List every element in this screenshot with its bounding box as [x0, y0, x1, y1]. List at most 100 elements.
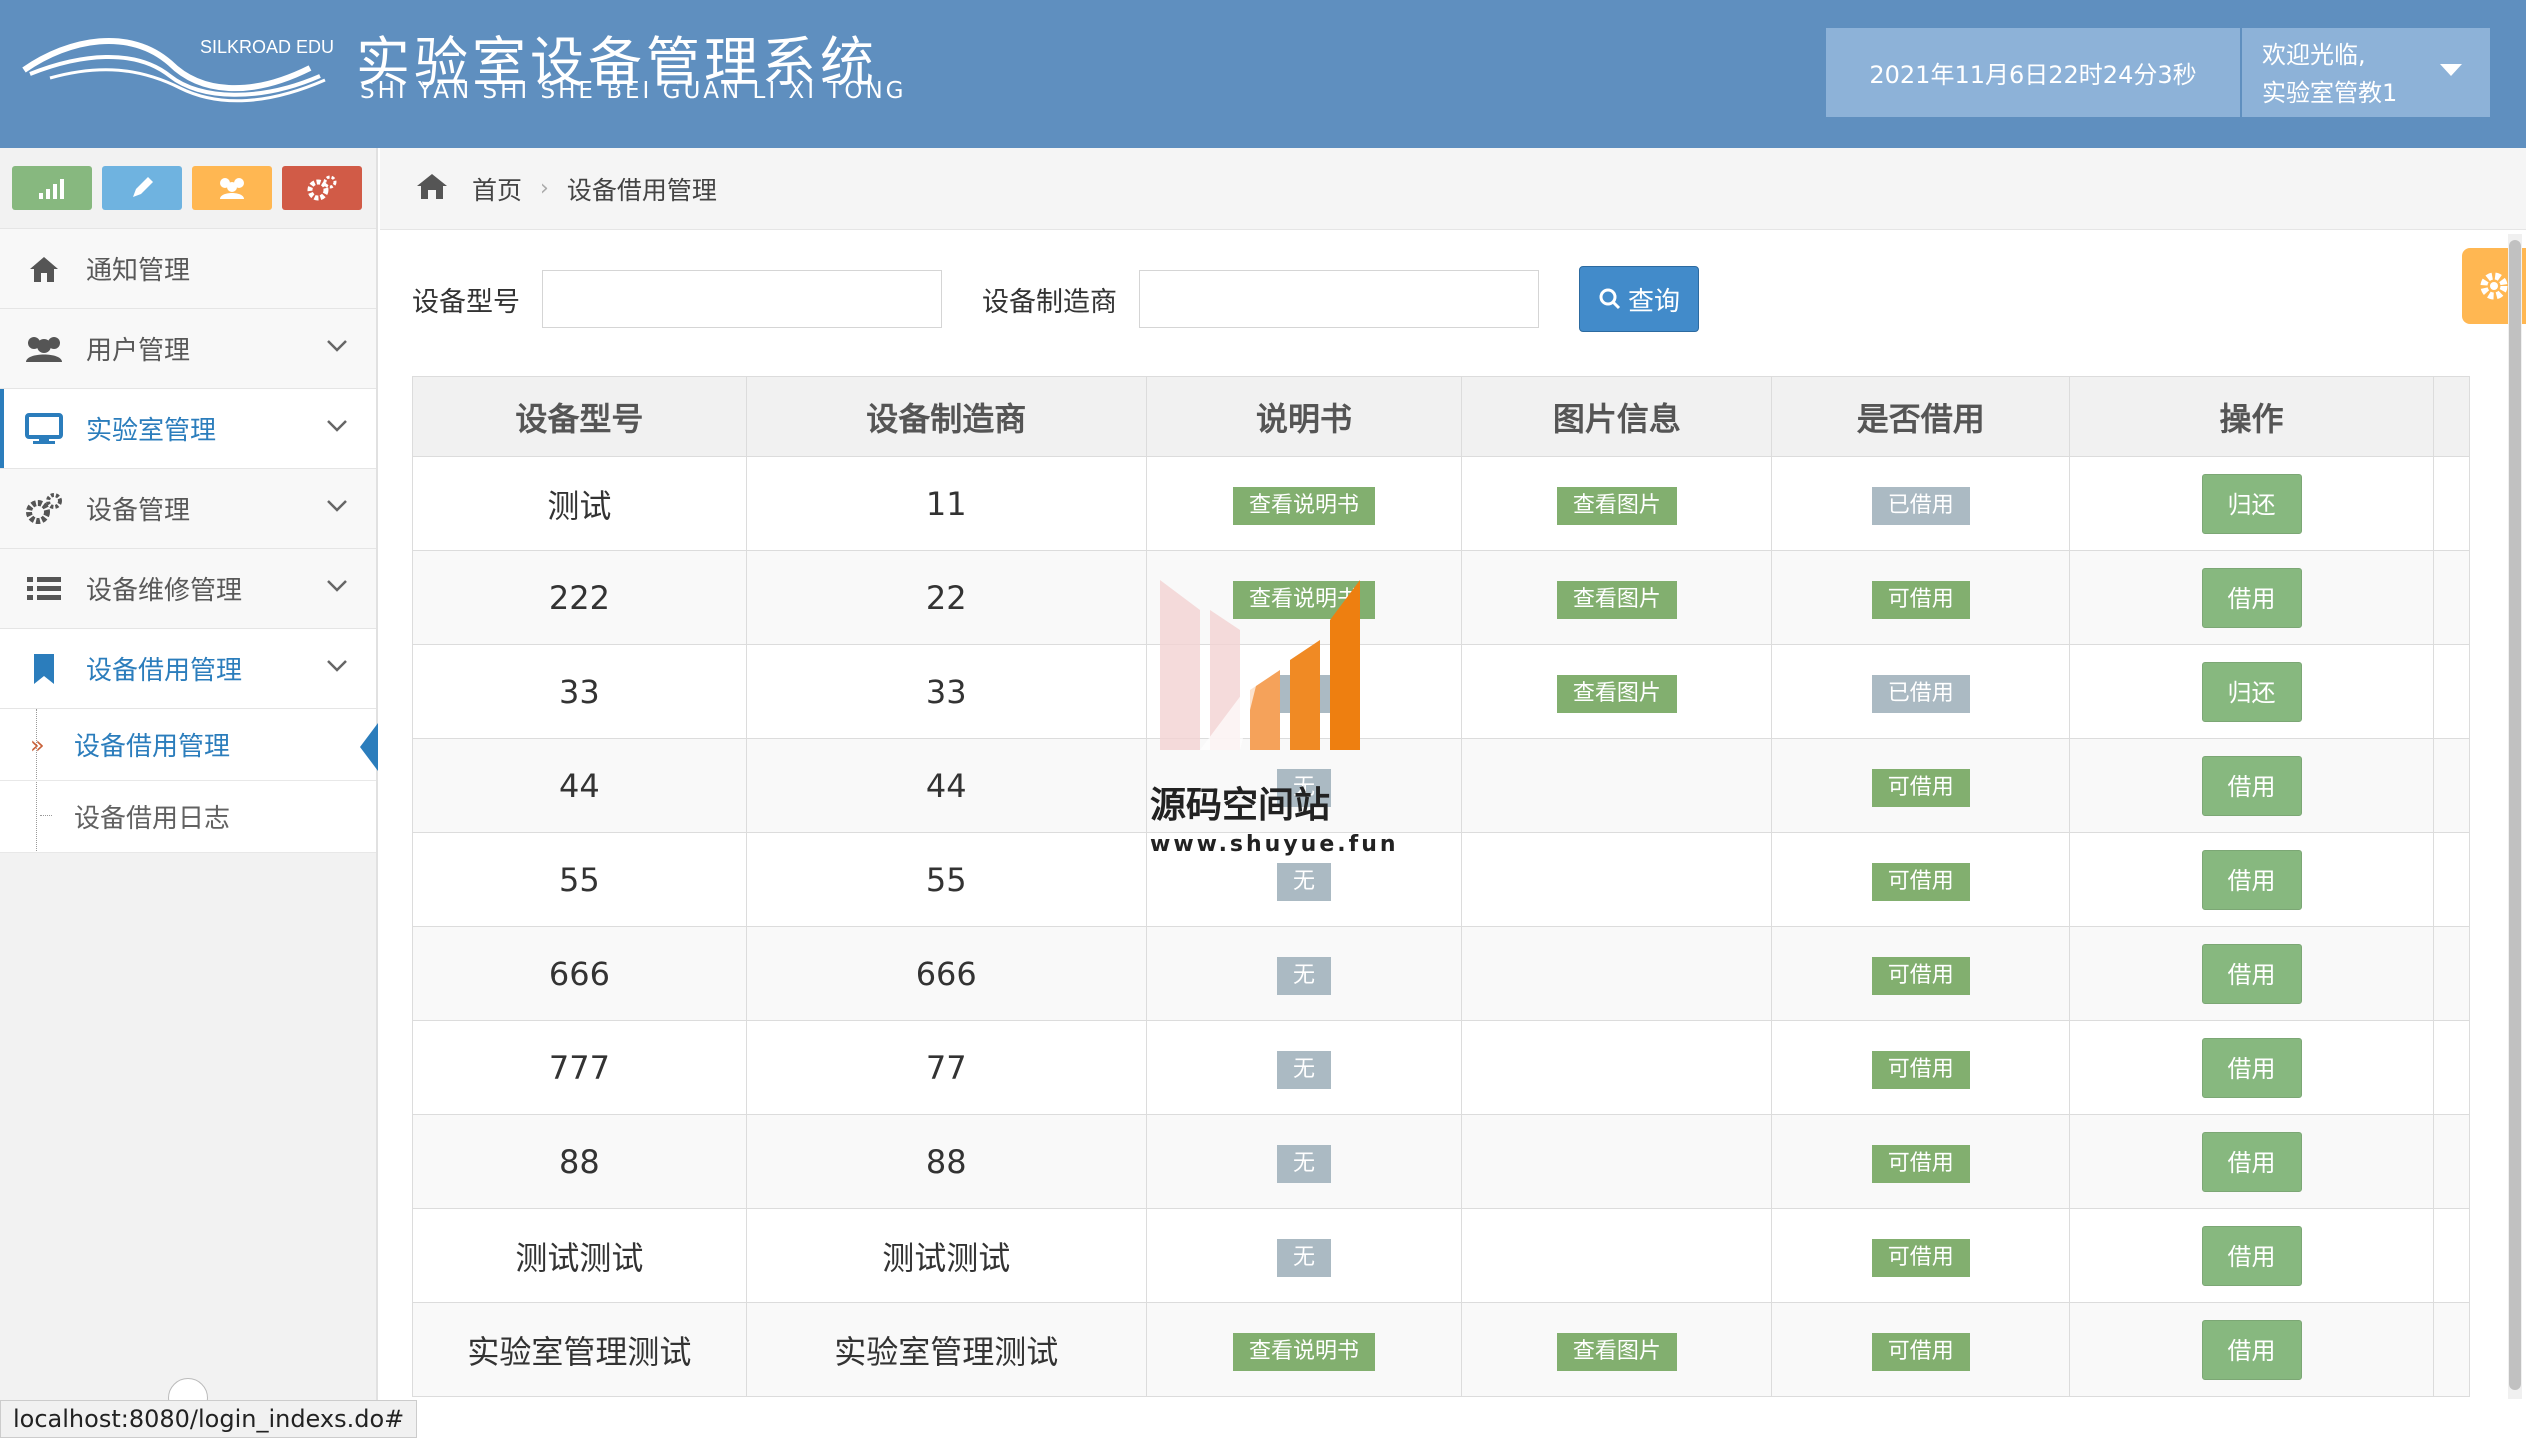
chevron-down-icon — [327, 340, 347, 352]
table-cell: 已借用 — [1771, 456, 2071, 551]
caret-down-icon — [2440, 64, 2462, 76]
maker-value: 测试测试 — [882, 1238, 1011, 1277]
model-value: 777 — [548, 1048, 610, 1087]
table-cell — [1461, 1208, 1773, 1303]
table-cell: 已借用 — [1771, 644, 2071, 739]
table-cell — [1461, 1114, 1773, 1209]
status-badge: 已借用 — [1871, 675, 1970, 713]
status-badge: 可借用 — [1871, 1051, 1970, 1089]
sidebar-subitem-borrow-manage[interactable]: » 设备借用管理 — [0, 709, 378, 781]
status-badge: 已借用 — [1871, 487, 1970, 525]
column-header: 设备制造商 — [745, 376, 1147, 457]
sidebar-item-label: 设备借用管理 — [86, 656, 243, 686]
table-cell: 无 — [1145, 1208, 1463, 1303]
logo: SILKROAD EDU — [20, 18, 350, 113]
bookmark-icon — [24, 649, 64, 689]
view-image-button[interactable]: 查看图片 — [1556, 581, 1677, 619]
table-cell: 无 — [1145, 1114, 1463, 1209]
signal-shortcut-button[interactable] — [12, 166, 92, 210]
no-manual-badge: 无 — [1277, 1145, 1332, 1183]
scrollbar-thumb[interactable] — [2509, 240, 2521, 1390]
maker-value: 22 — [925, 578, 967, 617]
model-value: 44 — [559, 766, 600, 805]
table-cell: 查看图片 — [1461, 1302, 1773, 1397]
table-cell: 55 — [745, 832, 1147, 927]
maker-value: 11 — [925, 484, 967, 523]
sidebar-item-notices[interactable]: 通知管理 — [0, 228, 376, 308]
borrow-button[interactable]: 借用 — [2201, 1131, 2302, 1192]
table-row: 666 666 无 可借用 借用 — [412, 926, 2471, 1021]
chevron-right-icon: › — [540, 176, 549, 201]
table-cell: 可借用 — [1771, 1020, 2071, 1115]
table-cell: 实验室管理测试 — [412, 1302, 747, 1397]
view-manual-button[interactable]: 查看说明书 — [1233, 487, 1376, 525]
sidebar-item-users[interactable]: 用户管理 — [0, 308, 376, 388]
nav-menu: 通知管理 用户管理 实验室管理 设备管理 设备维修管理 设备借用管理 » 设备借… — [0, 228, 378, 853]
borrow-button[interactable]: 借用 — [2201, 755, 2302, 816]
pencil-shortcut-button[interactable] — [102, 166, 182, 210]
column-header: 图片信息 — [1461, 376, 1773, 457]
view-image-button[interactable]: 查看图片 — [1556, 1333, 1677, 1371]
table-cell: 88 — [412, 1114, 747, 1209]
sidebar: 通知管理 用户管理 实验室管理 设备管理 设备维修管理 设备借用管理 » 设备借… — [0, 148, 378, 1438]
users-shortcut-button[interactable] — [192, 166, 272, 210]
shortcut-buttons — [12, 166, 362, 210]
double-angle-right-icon: » — [30, 730, 45, 759]
table-cell — [1461, 738, 1773, 833]
system-subtitle: SHI YAN SHI SHE BEI GUAN LI XI TONG — [360, 78, 907, 104]
column-header-spacer — [2432, 376, 2471, 457]
status-badge: 可借用 — [1871, 1145, 1970, 1183]
borrow-button[interactable]: 借用 — [2201, 943, 2302, 1004]
watermark-title: 源码空间站 — [1150, 785, 1331, 826]
model-value: 测试 — [547, 486, 612, 525]
return-button[interactable]: 归还 — [2201, 661, 2302, 722]
table-cell: 借用 — [2069, 550, 2434, 645]
view-image-button[interactable]: 查看图片 — [1556, 487, 1677, 525]
model-input[interactable] — [542, 270, 942, 328]
column-header: 设备型号 — [412, 376, 747, 457]
table-cell: 查看说明书 — [1145, 550, 1463, 645]
sidebar-item-label: 用户管理 — [86, 336, 191, 366]
sidebar-subitem-borrow-log[interactable]: 设备借用日志 — [0, 781, 376, 853]
table-cell — [1461, 832, 1773, 927]
table-cell: 44 — [412, 738, 747, 833]
table-cell — [2432, 832, 2471, 927]
table-cell: 可借用 — [1771, 738, 2071, 833]
view-manual-button[interactable]: 查看说明书 — [1233, 1333, 1376, 1371]
borrow-button[interactable]: 借用 — [2201, 1037, 2302, 1098]
table-cell: 借用 — [2069, 1020, 2434, 1115]
sidebar-item-devices[interactable]: 设备管理 — [0, 468, 376, 548]
borrow-button[interactable]: 借用 — [2201, 1319, 2302, 1380]
table-cell — [2432, 738, 2471, 833]
borrow-button[interactable]: 借用 — [2201, 849, 2302, 910]
borrow-button[interactable]: 借用 — [2201, 1225, 2302, 1286]
table-cell: 44 — [745, 738, 1147, 833]
column-header: 操作 — [2069, 376, 2434, 457]
sidebar-item-repairs[interactable]: 设备维修管理 — [0, 548, 376, 628]
sidebar-item-label: 通知管理 — [86, 256, 191, 286]
column-header: 是否借用 — [1771, 376, 2071, 457]
return-button[interactable]: 归还 — [2201, 473, 2302, 534]
sidebar-item-labs[interactable]: 实验室管理 — [0, 388, 376, 468]
breadcrumb-home-link[interactable]: 首页 — [472, 171, 522, 207]
table-cell — [1461, 1020, 1773, 1115]
table-cell: 借用 — [2069, 1208, 2434, 1303]
view-image-button[interactable]: 查看图片 — [1556, 675, 1677, 713]
datetime-display: 2021年11月6日22时24分3秒 — [1826, 28, 2240, 117]
table-cell — [2432, 1020, 2471, 1115]
status-bar-url: localhost:8080/login_indexs.do# — [0, 1400, 418, 1438]
pencil-icon — [133, 177, 153, 197]
chevron-down-icon — [327, 420, 347, 432]
user-name: 实验室管教1 — [2262, 79, 2398, 107]
cogs-shortcut-button[interactable] — [282, 166, 362, 210]
view-manual-button[interactable]: 查看说明书 — [1233, 581, 1376, 619]
table-cell: 查看说明书 — [1145, 1302, 1463, 1397]
borrow-button[interactable]: 借用 — [2201, 567, 2302, 628]
maker-value: 33 — [925, 672, 967, 711]
model-label: 设备型号 — [412, 286, 520, 318]
sidebar-item-borrow[interactable]: 设备借用管理 — [0, 628, 376, 708]
user-menu[interactable]: 欢迎光临, 实验室管教1 — [2242, 28, 2490, 117]
maker-value: 77 — [925, 1048, 967, 1087]
maker-input[interactable] — [1139, 270, 1539, 328]
query-button[interactable]: 查询 — [1579, 266, 1699, 332]
